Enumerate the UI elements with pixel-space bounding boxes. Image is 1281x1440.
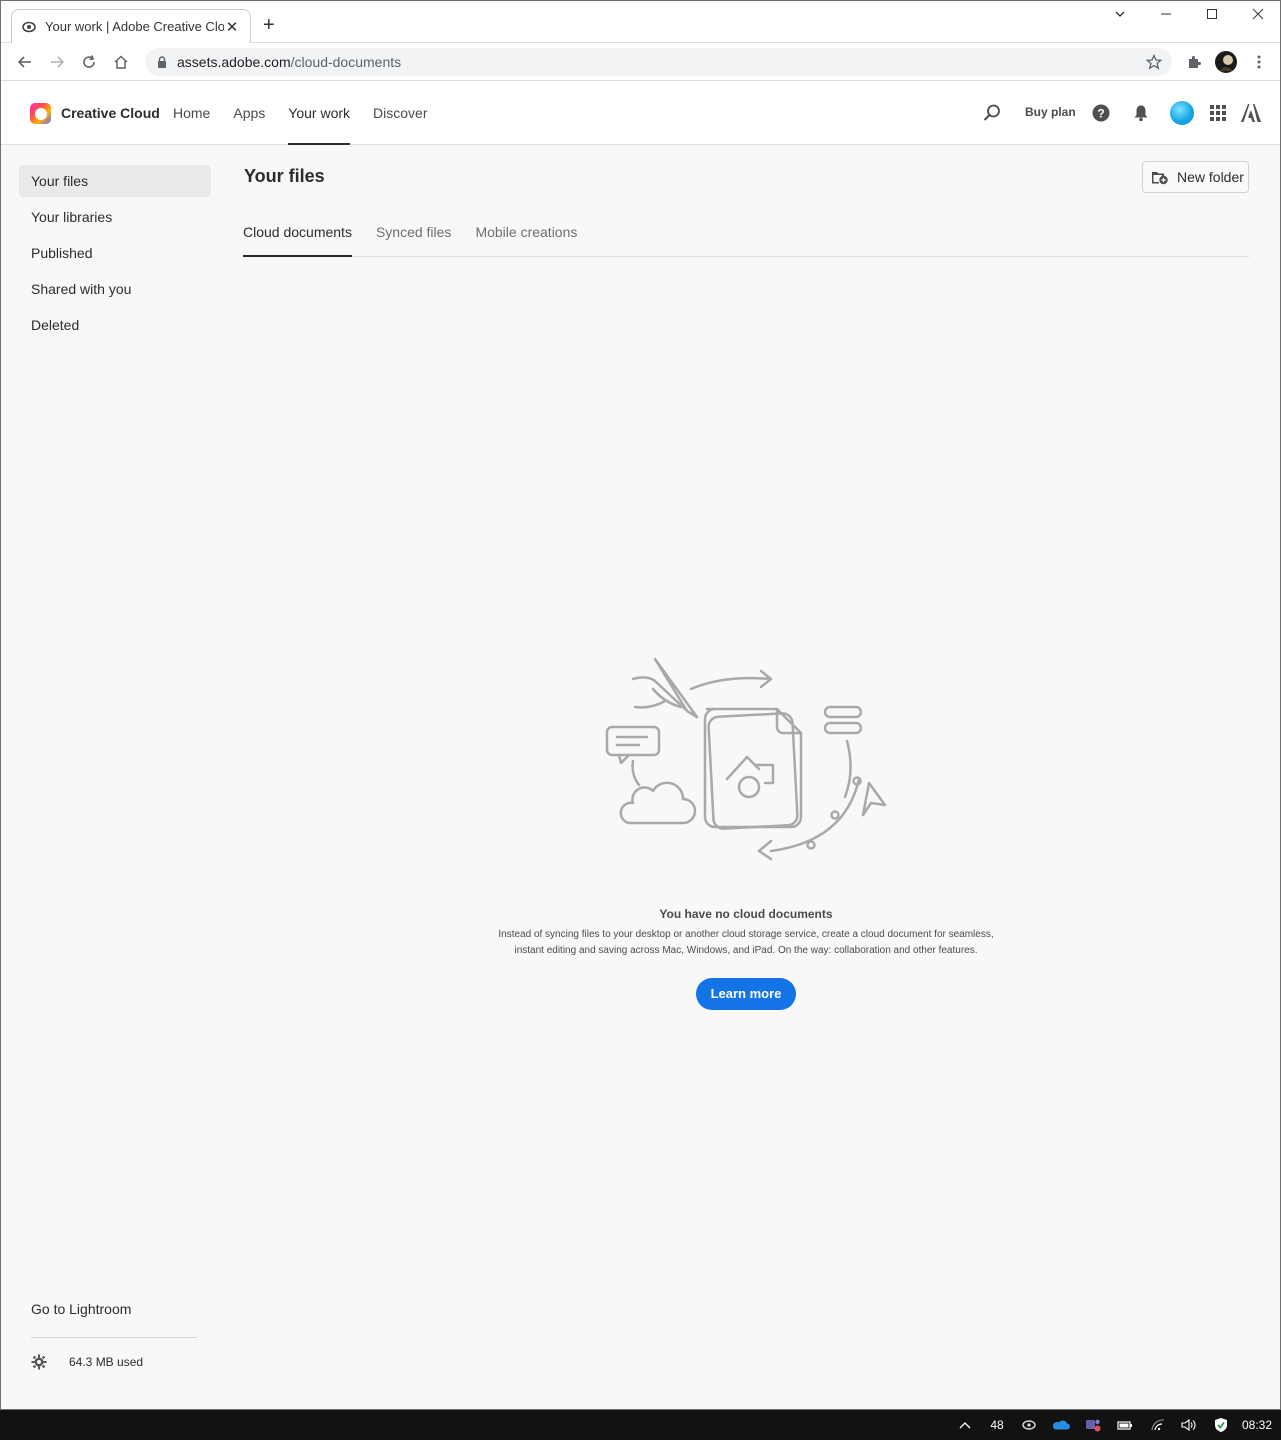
address-bar[interactable]: assets.adobe.com/cloud-documents [145,48,1172,76]
empty-state-description: Instead of syncing files to your desktop… [491,927,1001,959]
gear-icon[interactable] [31,1354,47,1370]
close-tab-icon[interactable]: ✕ [224,18,240,36]
search-icon[interactable] [981,102,1003,124]
extensions-puzzle-icon[interactable] [1183,51,1205,73]
empty-desc-line-1: Instead of syncing files to your desktop… [498,929,994,940]
nav-apps[interactable]: Apps [233,81,265,145]
back-arrow-icon[interactable] [14,51,36,73]
sidebar-divider [31,1337,197,1338]
taskbar: 48 08:32 [0,1410,1281,1440]
clock-time[interactable]: 08:32 [1238,1410,1276,1440]
sidebar-footer: Go to Lightroom 64.3 MB used [31,1301,197,1370]
svg-text:?: ? [1097,106,1104,120]
sidebar-item-your-libraries[interactable]: Your libraries [19,201,211,233]
new-folder-label: New folder [1177,169,1244,185]
sidebar-item-your-files[interactable]: Your files [19,165,211,197]
tab-mobile-creations[interactable]: Mobile creations [475,209,577,256]
sidebar-item-published[interactable]: Published [19,237,211,269]
empty-state-title: You have no cloud documents [659,907,833,921]
new-folder-icon [1151,169,1169,185]
learn-more-button[interactable]: Learn more [696,978,796,1010]
app-header: Creative Cloud Home Apps Your work Disco… [1,81,1280,145]
teams-icon[interactable] [1082,1410,1104,1440]
browser-toolbar: assets.adobe.com/cloud-documents [1,43,1280,81]
forward-arrow-icon[interactable] [46,51,68,73]
tab-synced-files[interactable]: Synced files [376,209,451,256]
brand-name[interactable]: Creative Cloud [61,105,160,121]
reload-icon[interactable] [78,51,100,73]
storage-used-text: 64.3 MB used [69,1355,144,1369]
url-host: assets.adobe.com [177,54,291,70]
browser-tab[interactable]: Your work | Adobe Creative Cloud ✕ [11,9,251,43]
profile-avatar[interactable] [1215,51,1237,73]
volume-icon[interactable] [1178,1410,1200,1440]
empty-state-illustration [605,657,887,861]
creative-cloud-favicon-icon [22,20,36,34]
help-icon[interactable]: ? [1090,102,1112,124]
go-to-lightroom-link[interactable]: Go to Lightroom [31,1301,197,1325]
new-tab-button[interactable]: + [263,15,275,35]
lock-icon [157,56,167,68]
bookmark-star-icon[interactable] [1145,53,1163,73]
url-path: /cloud-documents [290,54,402,70]
adobe-logo-icon[interactable] [1240,102,1262,124]
home-icon[interactable] [110,51,132,73]
storage-usage: 64.3 MB used [31,1354,197,1370]
security-shield-icon[interactable] [1210,1410,1232,1440]
tab-strip: Your work | Adobe Creative Cloud ✕ + [1,1,1280,43]
page-title: Your files [244,166,325,186]
nav-home[interactable]: Home [173,81,210,145]
sidebar-item-shared-with-you[interactable]: Shared with you [19,273,211,305]
nav-your-work[interactable]: Your work [288,81,350,145]
empty-desc-line-2: instant editing and saving across Mac, W… [514,945,978,956]
tab-cloud-documents[interactable]: Cloud documents [243,209,352,257]
battery-icon[interactable] [1114,1410,1136,1440]
tray-number[interactable]: 48 [985,1410,1009,1440]
app-grid-icon[interactable] [1207,102,1229,124]
new-folder-button[interactable]: New folder [1142,161,1249,193]
maximize-icon[interactable] [1197,5,1227,27]
creative-cloud-logo-icon[interactable] [30,103,51,124]
file-tabs: Cloud documents Synced files Mobile crea… [243,209,1249,257]
browser-menu-icon[interactable] [1248,51,1270,73]
close-window-icon[interactable] [1243,5,1273,27]
tab-title: Your work | Adobe Creative Cloud [45,19,224,34]
nav-discover[interactable]: Discover [373,81,427,145]
main-nav: Home Apps Your work Discover [173,81,451,145]
buy-plan-link[interactable]: Buy plan [1025,105,1076,119]
tab-search-chevron-icon[interactable] [1105,5,1135,27]
sidebar: Your files Your libraries Published Shar… [19,165,211,345]
browser-window: Your work | Adobe Creative Cloud ✕ + ass… [0,0,1281,1410]
onedrive-cloud-icon[interactable] [1050,1410,1072,1440]
user-avatar[interactable] [1170,101,1194,125]
bell-icon[interactable] [1130,102,1152,124]
sidebar-item-deleted[interactable]: Deleted [19,309,211,341]
creative-cloud-tray-icon[interactable] [1019,1410,1039,1440]
wifi-icon[interactable] [1147,1410,1169,1440]
minimize-icon[interactable] [1151,5,1181,27]
tray-chevron-up-icon[interactable] [955,1410,975,1440]
